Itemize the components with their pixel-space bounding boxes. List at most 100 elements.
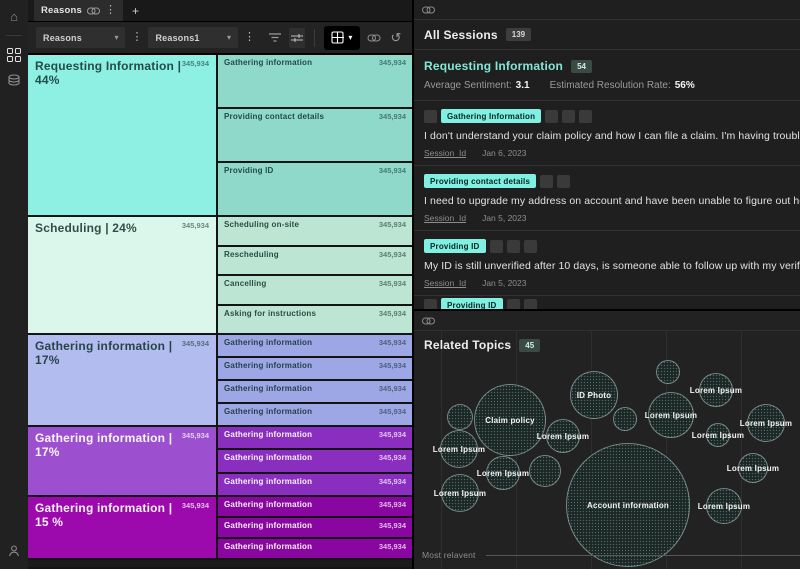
- session-card[interactable]: Providing contact details I need to upgr…: [414, 166, 800, 231]
- treemap-sub-cell[interactable]: Cancelling 345,934: [218, 276, 412, 304]
- link-icon[interactable]: [422, 6, 435, 14]
- treemap-sub-cell[interactable]: Rescheduling 345,934: [218, 246, 412, 274]
- topic-bubble[interactable]: Lorem Ipsum: [692, 423, 744, 447]
- tab-kebab-icon[interactable]: ⋮: [105, 5, 116, 16]
- treemap-sub-value: 345,934: [378, 407, 406, 416]
- link-icon[interactable]: [422, 317, 435, 325]
- topic-bubble[interactable]: Lorem Ipsum: [477, 456, 529, 490]
- session-card[interactable]: Providing ID My ID is still unverified a…: [414, 231, 800, 296]
- treemap-sub-cell[interactable]: Gathering information 345,934: [218, 497, 412, 516]
- treemap-main-cell[interactable]: Gathering information | 17% 345,934: [28, 335, 216, 425]
- topic-bubble[interactable]: Lorem Ipsum: [690, 373, 742, 407]
- topic-bubble-label: Lorem Ipsum: [644, 410, 698, 420]
- treemap-cell-label: Requesting Information | 44%: [35, 59, 182, 87]
- chevron-down-icon: ▾: [226, 33, 231, 42]
- topic-bubble[interactable]: ID Photo: [570, 371, 618, 419]
- chip-placeholder[interactable]: [424, 298, 437, 309]
- topic-chip[interactable]: Providing contact details: [424, 174, 537, 188]
- treemap-sub-cell[interactable]: Gathering information 345,934: [218, 473, 412, 495]
- session-id-link[interactable]: Session_Id: [424, 148, 466, 158]
- topic-bubble-label: Lorem Ipsum: [739, 418, 793, 428]
- treemap-sub-label: Gathering information: [224, 384, 313, 393]
- session-id-link[interactable]: Session_Id: [424, 213, 466, 223]
- tab-reasons[interactable]: Reasons ⋮: [34, 0, 124, 21]
- treemap-sub-cell[interactable]: Scheduling on-site 345,934: [218, 217, 412, 245]
- chip-placeholder[interactable]: [579, 109, 593, 123]
- treemap-sub-cell[interactable]: Gathering information 345,934: [218, 381, 412, 402]
- treemap-main-cell[interactable]: Gathering information | 17% 345,934: [28, 427, 216, 495]
- home-icon[interactable]: ⌂: [10, 10, 18, 23]
- treemap-sub-cell[interactable]: Asking for instructions 345,934: [218, 305, 412, 333]
- dashboard-grid-icon[interactable]: [7, 48, 21, 62]
- reasons1-dropdown-value: Reasons1: [155, 32, 200, 43]
- topic-bubble[interactable]: Lorem Ipsum: [740, 404, 792, 442]
- chip-placeholder[interactable]: [562, 109, 576, 123]
- chip-placeholder[interactable]: [523, 239, 537, 253]
- topic-bubble[interactable]: Lorem Ipsum: [433, 430, 485, 468]
- sliders-icon[interactable]: [289, 27, 306, 48]
- session-card[interactable]: Gathering Information I don't understand…: [414, 101, 800, 166]
- treemap-sub-cell[interactable]: Gathering information 345,934: [218, 55, 412, 107]
- chip-placeholder[interactable]: [557, 174, 571, 188]
- topic-chip[interactable]: Providing ID: [424, 239, 486, 253]
- treemap-sub-cell[interactable]: Gathering information 345,934: [218, 335, 412, 356]
- chip-placeholder[interactable]: [545, 109, 559, 123]
- axis-line: [485, 554, 800, 556]
- topic-bubble-label: ID Photo: [576, 390, 612, 400]
- treemap-main-cell[interactable]: Scheduling | 24% 345,934: [28, 217, 216, 333]
- dropdown2-kebab-icon[interactable]: ⋮: [244, 32, 255, 43]
- treemap-sub-cell[interactable]: Providing contact details 345,934: [218, 109, 412, 161]
- topic-bubble[interactable]: Lorem Ipsum: [537, 419, 589, 453]
- chips-row: Gathering Information: [424, 109, 800, 123]
- topic-chip[interactable]: Providing ID: [441, 298, 503, 309]
- link-icon[interactable]: [366, 28, 382, 48]
- reasons-dropdown[interactable]: Reasons ▾: [36, 27, 126, 48]
- left-rail: ⌂: [0, 0, 28, 569]
- database-icon[interactable]: [7, 74, 21, 89]
- treemap-sub-cell[interactable]: Providing ID 345,934: [218, 163, 412, 215]
- dropdown1-kebab-icon[interactable]: ⋮: [131, 32, 142, 43]
- resolution-rate-label: Estimated Resolution Rate:: [549, 80, 671, 91]
- chip-placeholder[interactable]: [523, 298, 537, 309]
- filter-icon[interactable]: [267, 28, 283, 48]
- topic-bubble[interactable]: Lorem Ipsum: [727, 453, 779, 483]
- treemap-cell-value: 345,934: [181, 59, 209, 68]
- treemap-cell-label: Scheduling | 24%: [35, 221, 137, 235]
- topic-chip[interactable]: Gathering Information: [441, 109, 542, 123]
- treemap-sub-cell[interactable]: Gathering information 345,934: [218, 450, 412, 472]
- treemap-sub-cell[interactable]: Gathering information 345,934: [218, 358, 412, 379]
- topic-bubble[interactable]: [656, 360, 680, 384]
- topic-bubble[interactable]: [529, 455, 561, 487]
- treemap-sub-cell[interactable]: Gathering information 345,934: [218, 427, 412, 449]
- topic-bubble[interactable]: Account information: [566, 443, 690, 567]
- treemap-cell-label: Gathering information | 17%: [35, 431, 173, 459]
- chip-placeholder[interactable]: [506, 298, 520, 309]
- session-message: I need to upgrade my address on account …: [424, 195, 800, 207]
- topic-bubble[interactable]: [447, 404, 473, 430]
- treemap-main-cell[interactable]: Gathering information | 15 % 345,934: [28, 497, 216, 558]
- topic-bubble[interactable]: Lorem Ipsum: [644, 392, 698, 438]
- treemap-sub-cell[interactable]: Gathering information 345,934: [218, 518, 412, 537]
- tab-label: Reasons: [41, 5, 83, 16]
- chip-placeholder[interactable]: [506, 239, 520, 253]
- session-date: Jan 5, 2023: [482, 213, 527, 223]
- user-icon[interactable]: [7, 545, 21, 559]
- reset-rotate-icon[interactable]: ↺: [388, 28, 404, 48]
- treemap-main-cell[interactable]: Requesting Information | 44% 345,934: [28, 55, 216, 215]
- layout-grid-button[interactable]: ▾: [323, 25, 360, 50]
- add-tab-button[interactable]: +: [132, 4, 139, 18]
- topic-bubble[interactable]: Lorem Ipsum: [434, 474, 486, 512]
- topic-bubble[interactable]: [613, 407, 637, 431]
- chip-placeholder[interactable]: [540, 174, 554, 188]
- topic-bubble[interactable]: Lorem Ipsum: [698, 488, 750, 524]
- topic-bubble-label: Lorem Ipsum: [697, 501, 751, 511]
- session-id-link[interactable]: Session_Id: [424, 278, 466, 288]
- chip-placeholder[interactable]: [424, 109, 437, 123]
- related-topics-title-row: Related Topics 45: [424, 338, 541, 352]
- session-card-partial[interactable]: Providing ID: [414, 296, 800, 309]
- reasons1-dropdown[interactable]: Reasons1 ▾: [148, 27, 238, 48]
- treemap-sub-cell[interactable]: Gathering information 345,934: [218, 539, 412, 558]
- sessions-panel-header: ⋮: [414, 0, 800, 20]
- treemap-sub-cell[interactable]: Gathering information 345,934: [218, 404, 412, 425]
- chip-placeholder[interactable]: [489, 239, 503, 253]
